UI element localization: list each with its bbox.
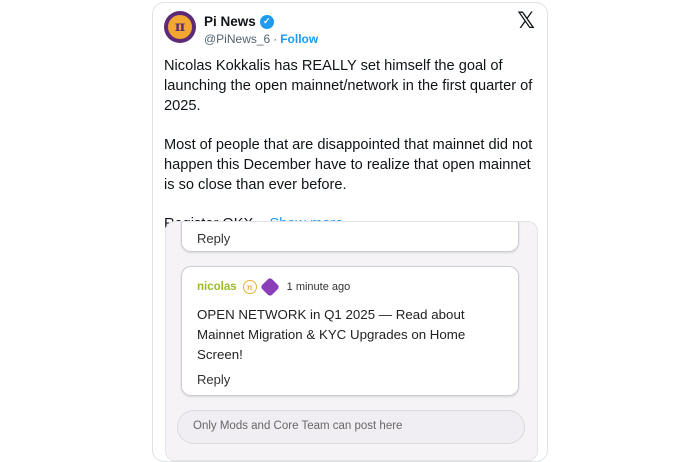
handle-row: @PiNews_6 · Follow (204, 32, 318, 46)
follow-button[interactable]: Follow (280, 32, 318, 46)
verified-icon: ✓ (259, 14, 274, 29)
reply-button[interactable]: Reply (197, 372, 230, 387)
comment-username[interactable]: nicolas (197, 281, 237, 293)
comment-text: OPEN NETWORK in Q1 2025 — Read about Mai… (197, 307, 466, 362)
moderator-badge-icon (259, 277, 280, 297)
avatar[interactable]: π (164, 11, 196, 43)
comment-input-placeholder: Only Mods and Core Team can post here (193, 420, 403, 432)
separator: · (273, 32, 278, 46)
pi-badge-icon: π (242, 280, 257, 294)
previous-comment-card: Reply (181, 222, 519, 252)
account-handle[interactable]: @PiNews_6 (204, 32, 270, 46)
reply-button[interactable]: Reply (197, 231, 230, 246)
x-logo-icon[interactable]: 𝕏 (517, 9, 535, 34)
tweet-paragraph: Nicolas Kokkalis has REALLY set himself … (164, 58, 533, 114)
comment-card: nicolas π 1 minute ago OPEN NETWORK in Q… (181, 266, 519, 396)
avatar-glyph: π (174, 19, 186, 35)
embedded-screenshot: Reply nicolas π 1 minute ago OPEN NETWOR… (165, 221, 538, 461)
account-name[interactable]: Pi News (204, 14, 256, 29)
pi-logo-icon: π (168, 15, 192, 39)
comment-input[interactable]: Only Mods and Core Team can post here (177, 410, 525, 444)
account-name-row: Pi News ✓ (204, 14, 274, 29)
tweet-card: π Pi News ✓ @PiNews_6 · Follow 𝕏 Nicolas… (152, 2, 548, 462)
tweet-paragraph: Most of people that are disappointed tha… (164, 137, 533, 193)
comment-timestamp: 1 minute ago (286, 281, 351, 293)
comment-header: nicolas π 1 minute ago (197, 277, 351, 297)
